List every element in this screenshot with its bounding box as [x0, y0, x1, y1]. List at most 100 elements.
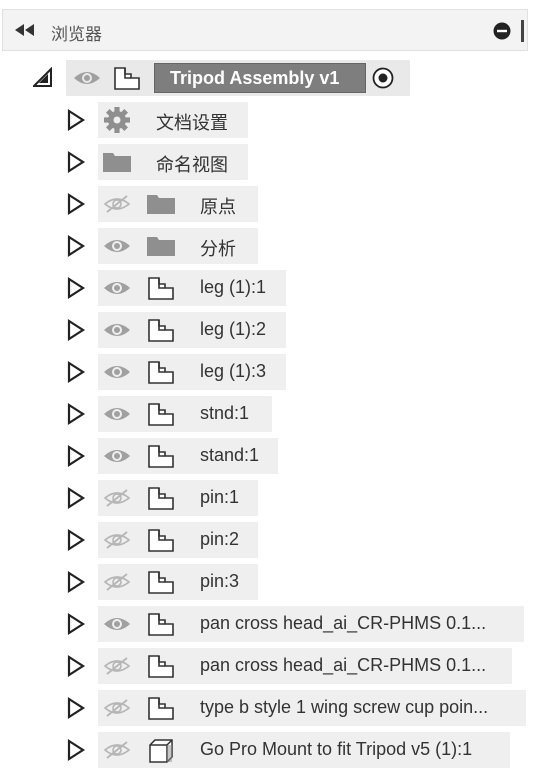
- component-icon: [146, 653, 176, 679]
- component-icon: [146, 485, 176, 511]
- eye-icon[interactable]: [102, 446, 132, 466]
- eye-hidden-icon[interactable]: [102, 656, 132, 676]
- body-icon: [146, 737, 176, 763]
- tree-item-label: pin:1: [200, 487, 240, 507]
- tree-row: pin:3: [0, 564, 540, 600]
- browser-header: 浏览器: [2, 9, 528, 51]
- tree-item-label: pan cross head_ai_CR-PHMS 0.1...: [200, 655, 487, 675]
- folder-icon: [146, 191, 176, 217]
- expand-right-icon[interactable]: [66, 234, 86, 258]
- tree-row: 命名视图: [0, 144, 540, 180]
- tree-item[interactable]: 命名视图: [98, 144, 248, 180]
- tree-item[interactable]: 分析: [98, 228, 258, 264]
- eye-hidden-icon[interactable]: [102, 740, 132, 760]
- tree-item-label: 原点: [200, 197, 236, 217]
- tree-item[interactable]: stnd:1: [98, 396, 272, 432]
- tree-row: leg (1):1: [0, 270, 540, 306]
- tree-row: stand:1: [0, 438, 540, 474]
- eye-icon[interactable]: [72, 68, 102, 88]
- collapse-panel-icon[interactable]: [15, 23, 37, 37]
- panel-resize-handle[interactable]: [521, 20, 524, 42]
- eye-icon[interactable]: [102, 614, 132, 634]
- eye-hidden-icon[interactable]: [102, 698, 132, 718]
- tree-item-label: 命名视图: [156, 155, 228, 175]
- browser-title: 浏览器: [51, 25, 102, 44]
- eye-icon[interactable]: [102, 320, 132, 340]
- tree-item-label: 文档设置: [156, 113, 228, 133]
- tree-item[interactable]: 文档设置: [98, 102, 248, 138]
- component-icon: [146, 275, 176, 301]
- root-item[interactable]: Tripod Assembly v1: [66, 60, 410, 96]
- component-icon: [146, 401, 176, 427]
- root-label-badge: Tripod Assembly v1: [154, 63, 366, 93]
- eye-hidden-icon[interactable]: [102, 572, 132, 592]
- tree-item-label: leg (1):3: [200, 361, 267, 381]
- tree-row: pin:2: [0, 522, 540, 558]
- component-icon: [114, 67, 140, 90]
- tree-item[interactable]: leg (1):2: [98, 312, 286, 348]
- minus-circle-icon[interactable]: [493, 22, 511, 40]
- tree-item[interactable]: leg (1):3: [98, 354, 286, 390]
- expand-right-icon[interactable]: [66, 276, 86, 300]
- tree-item[interactable]: type b style 1 wing screw cup poin...: [98, 690, 526, 726]
- tree-item[interactable]: pin:2: [98, 522, 258, 558]
- gear-icon: [102, 107, 132, 133]
- tree-item-label: 分析: [200, 239, 236, 259]
- expand-right-icon[interactable]: [66, 486, 86, 510]
- expand-right-icon[interactable]: [66, 192, 86, 216]
- tree-item-label: leg (1):1: [200, 277, 267, 297]
- expand-right-icon[interactable]: [66, 444, 86, 468]
- tree-item[interactable]: pin:1: [98, 480, 258, 516]
- tree-item[interactable]: 原点: [98, 186, 258, 222]
- eye-icon[interactable]: [102, 362, 132, 382]
- expand-right-icon[interactable]: [66, 402, 86, 426]
- tree-item-label: type b style 1 wing screw cup poin...: [200, 697, 489, 717]
- radio-active-icon[interactable]: [372, 67, 394, 89]
- tree-row: leg (1):3: [0, 354, 540, 390]
- expand-right-icon[interactable]: [66, 612, 86, 636]
- folder-icon: [102, 149, 132, 175]
- expand-right-icon[interactable]: [66, 108, 86, 132]
- component-icon: [146, 695, 176, 721]
- tree-row: type b style 1 wing screw cup poin...: [0, 690, 540, 726]
- root-label: Tripod Assembly v1: [170, 68, 340, 88]
- expand-right-icon[interactable]: [66, 150, 86, 174]
- eye-hidden-icon[interactable]: [102, 194, 132, 214]
- eye-icon[interactable]: [102, 404, 132, 424]
- tree-item[interactable]: pin:3: [98, 564, 258, 600]
- tree-row: leg (1):2: [0, 312, 540, 348]
- tree-item-label: leg (1):2: [200, 319, 267, 339]
- tree-item[interactable]: stand:1: [98, 438, 278, 474]
- tree-item-label: stand:1: [200, 445, 260, 465]
- expand-right-icon[interactable]: [66, 528, 86, 552]
- expand-right-icon[interactable]: [66, 654, 86, 678]
- tree-row: 分析: [0, 228, 540, 264]
- tree-row: Go Pro Mount to fit Tripod v5 (1):1: [0, 732, 540, 768]
- eye-hidden-icon[interactable]: [102, 488, 132, 508]
- tree-item[interactable]: Go Pro Mount to fit Tripod v5 (1):1: [98, 732, 510, 768]
- tree-item-label: pin:2: [200, 529, 240, 549]
- eye-icon[interactable]: [102, 236, 132, 256]
- eye-icon[interactable]: [102, 278, 132, 298]
- component-icon: [146, 359, 176, 385]
- tree-item-label: Go Pro Mount to fit Tripod v5 (1):1: [200, 739, 473, 759]
- tree-row: pan cross head_ai_CR-PHMS 0.1...: [0, 606, 540, 642]
- folder-icon: [146, 233, 176, 259]
- eye-hidden-icon[interactable]: [102, 530, 132, 550]
- component-icon: [146, 569, 176, 595]
- expand-right-icon[interactable]: [66, 318, 86, 342]
- tree-item[interactable]: pan cross head_ai_CR-PHMS 0.1...: [98, 606, 524, 642]
- tree-item-label: stnd:1: [200, 403, 250, 423]
- expand-right-icon[interactable]: [66, 570, 86, 594]
- tree-item[interactable]: pan cross head_ai_CR-PHMS 0.1...: [98, 648, 512, 684]
- expand-right-icon[interactable]: [66, 696, 86, 720]
- expand-down-icon[interactable]: [33, 67, 53, 89]
- expand-right-icon[interactable]: [66, 738, 86, 762]
- tree-item-label: pin:3: [200, 571, 240, 591]
- component-icon: [146, 527, 176, 553]
- expand-right-icon[interactable]: [66, 360, 86, 384]
- component-icon: [146, 611, 176, 637]
- tree-item[interactable]: leg (1):1: [98, 270, 286, 306]
- tree-row: 文档设置: [0, 102, 540, 138]
- tree-item-label: pan cross head_ai_CR-PHMS 0.1...: [200, 613, 487, 633]
